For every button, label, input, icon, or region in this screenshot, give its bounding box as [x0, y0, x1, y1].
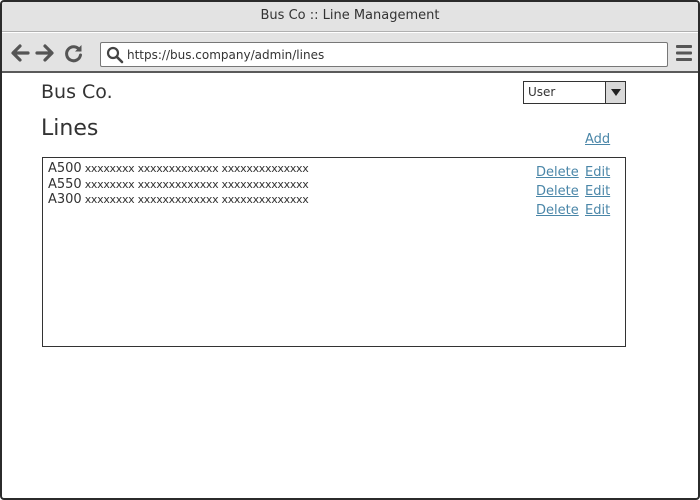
- brand-logo-text: Bus Co.: [41, 81, 113, 103]
- browser-window: Bus Co :: Line Management https://bus.co…: [0, 0, 700, 500]
- role-select[interactable]: User: [523, 81, 626, 104]
- arrow-right-icon: [35, 44, 54, 62]
- arrow-left-icon: [11, 44, 30, 62]
- reload-button[interactable]: [64, 42, 84, 64]
- edit-line-link[interactable]: Edit: [585, 203, 610, 218]
- line-description: xxxxxxxx xxxxxxxxxxxxx xxxxxxxxxxxxxx: [84, 162, 309, 175]
- line-code: A300: [48, 192, 82, 207]
- list-item: A300 xxxxxxxx xxxxxxxxxxxxx xxxxxxxxxxxxx…: [43, 192, 625, 218]
- role-select-toggle[interactable]: [605, 82, 625, 103]
- chevron-down-icon: [611, 89, 621, 96]
- add-line-link[interactable]: Add: [585, 132, 610, 147]
- reload-icon: [65, 45, 82, 63]
- url-input[interactable]: [127, 45, 657, 64]
- lines-list: A500 xxxxxxxx xxxxxxxxxxxxx xxxxxxxxxxxxx…: [42, 157, 626, 347]
- line-text: A500 xxxxxxxx xxxxxxxxxxxxx xxxxxxxxxxxxx…: [48, 161, 309, 176]
- line-description: xxxxxxxx xxxxxxxxxxxxx xxxxxxxxxxxxxx: [84, 178, 309, 191]
- line-code: A500: [48, 161, 82, 176]
- hamburger-menu-icon: [676, 45, 692, 61]
- back-button[interactable]: [10, 42, 30, 64]
- page-title: Lines: [41, 116, 99, 141]
- delete-line-link[interactable]: Delete: [536, 203, 579, 218]
- line-text: A300 xxxxxxxx xxxxxxxxxxxxx xxxxxxxxxxxxx…: [48, 192, 309, 207]
- line-code: A550: [48, 177, 82, 192]
- address-bar[interactable]: [100, 42, 668, 67]
- line-text: A550 xxxxxxxx xxxxxxxxxxxxx xxxxxxxxxxxxx…: [48, 177, 309, 192]
- window-title: Bus Co :: Line Management: [2, 2, 698, 32]
- search-icon: [106, 46, 124, 64]
- role-select-value: User: [528, 85, 556, 99]
- browser-toolbar: [2, 33, 698, 73]
- forward-button[interactable]: [35, 42, 55, 64]
- line-description: xxxxxxxx xxxxxxxxxxxxx xxxxxxxxxxxxxx: [84, 193, 309, 206]
- menu-button[interactable]: [675, 43, 693, 63]
